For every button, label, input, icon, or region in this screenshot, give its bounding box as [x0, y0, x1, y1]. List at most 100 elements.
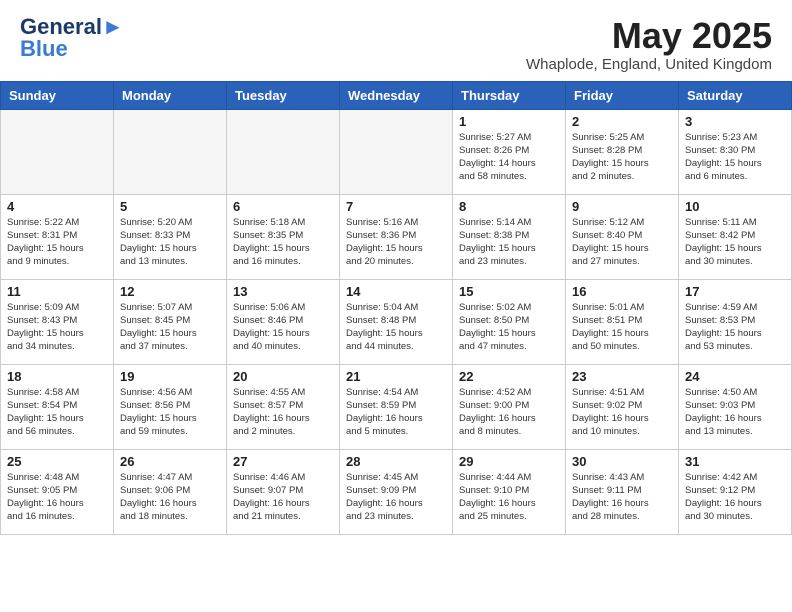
- title-block: May 2025 Whaplode, England, United Kingd…: [526, 16, 772, 73]
- day-number: 6: [233, 199, 333, 214]
- day-number: 27: [233, 454, 333, 469]
- calendar-cell: 11Sunrise: 5:09 AM Sunset: 8:43 PM Dayli…: [1, 279, 114, 364]
- days-header-row: SundayMondayTuesdayWednesdayThursdayFrid…: [1, 81, 792, 109]
- calendar-cell: 12 Sunrise: 5:07 AM Sunset: 8:45 PM Dayli…: [114, 279, 227, 364]
- day-number: 19: [120, 369, 220, 384]
- day-number: 22: [459, 369, 559, 384]
- day-info: Sunrise: 4:50 AM Sunset: 9:03 PM Dayligh…: [685, 386, 785, 439]
- day-info: Sunrise: 5:02 AM Sunset: 8:50 PM Dayligh…: [459, 301, 559, 354]
- day-number: 25: [7, 454, 107, 469]
- day-header-wednesday: Wednesday: [340, 81, 453, 109]
- day-info: Sunrise: 5:18 AM Sunset: 8:35 PM Dayligh…: [233, 216, 333, 269]
- calendar-title: May 2025: [526, 16, 772, 56]
- day-info: Sunrise: 4:58 AM Sunset: 8:54 PM Dayligh…: [7, 386, 107, 439]
- calendar-cell: 19 Sunrise: 4:56 AM Sunset: 8:56 PM Dayli…: [114, 364, 227, 449]
- calendar-cell: 29Sunrise: 4:44 AM Sunset: 9:10 PM Dayli…: [453, 449, 566, 534]
- day-header-sunday: Sunday: [1, 81, 114, 109]
- day-info: Sunrise: 4:42 AM Sunset: 9:12 PM Dayligh…: [685, 471, 785, 524]
- calendar-cell: 27 Sunrise: 4:46 AM Sunset: 9:07 PM Dayli…: [227, 449, 340, 534]
- day-header-tuesday: Tuesday: [227, 81, 340, 109]
- calendar-cell: 1Sunrise: 5:27 AM Sunset: 8:26 PM Daylig…: [453, 109, 566, 194]
- day-number: 12: [120, 284, 220, 299]
- calendar-cell: [340, 109, 453, 194]
- day-number: 24: [685, 369, 785, 384]
- day-number: 10: [685, 199, 785, 214]
- calendar-cell: 30Sunrise: 4:43 AM Sunset: 9:11 PM Dayli…: [566, 449, 679, 534]
- day-info: Sunrise: 4:47 AM Sunset: 9:06 PM Dayligh…: [120, 471, 220, 524]
- calendar-cell: 5 Sunrise: 5:20 AM Sunset: 8:33 PM Daylig…: [114, 194, 227, 279]
- day-header-friday: Friday: [566, 81, 679, 109]
- day-info: Sunrise: 4:56 AM Sunset: 8:56 PM Dayligh…: [120, 386, 220, 439]
- day-info: Sunrise: 4:54 AM Sunset: 8:59 PM Dayligh…: [346, 386, 446, 439]
- calendar-table: SundayMondayTuesdayWednesdayThursdayFrid…: [0, 81, 792, 535]
- week-row-1: 1Sunrise: 5:27 AM Sunset: 8:26 PM Daylig…: [1, 109, 792, 194]
- calendar-cell: 16 Sunrise: 5:01 AM Sunset: 8:51 PM Dayli…: [566, 279, 679, 364]
- day-info: Sunrise: 4:48 AM Sunset: 9:05 PM Dayligh…: [7, 471, 107, 524]
- day-number: 16: [572, 284, 672, 299]
- day-info: Sunrise: 5:11 AM Sunset: 8:42 PM Dayligh…: [685, 216, 785, 269]
- day-number: 13: [233, 284, 333, 299]
- calendar-cell: 17 Sunrise: 4:59 AM Sunset: 8:53 PM Dayli…: [679, 279, 792, 364]
- calendar-cell: 26 Sunrise: 4:47 AM Sunset: 9:06 PM Dayli…: [114, 449, 227, 534]
- logo: General►Blue: [20, 16, 124, 60]
- day-info: Sunrise: 5:23 AM Sunset: 8:30 PM Dayligh…: [685, 131, 785, 184]
- calendar-cell: 10 Sunrise: 5:11 AM Sunset: 8:42 PM Dayli…: [679, 194, 792, 279]
- day-info: Sunrise: 5:01 AM Sunset: 8:51 PM Dayligh…: [572, 301, 672, 354]
- calendar-cell: 6 Sunrise: 5:18 AM Sunset: 8:35 PM Daylig…: [227, 194, 340, 279]
- calendar-cell: [114, 109, 227, 194]
- day-info: Sunrise: 5:22 AM Sunset: 8:31 PM Dayligh…: [7, 216, 107, 269]
- day-info: Sunrise: 5:06 AM Sunset: 8:46 PM Dayligh…: [233, 301, 333, 354]
- day-info: Sunrise: 4:55 AM Sunset: 8:57 PM Dayligh…: [233, 386, 333, 439]
- calendar-cell: 14Sunrise: 5:04 AM Sunset: 8:48 PM Dayli…: [340, 279, 453, 364]
- day-info: Sunrise: 4:43 AM Sunset: 9:11 PM Dayligh…: [572, 471, 672, 524]
- day-number: 9: [572, 199, 672, 214]
- day-info: Sunrise: 5:04 AM Sunset: 8:48 PM Dayligh…: [346, 301, 446, 354]
- day-number: 8: [459, 199, 559, 214]
- day-info: Sunrise: 4:52 AM Sunset: 9:00 PM Dayligh…: [459, 386, 559, 439]
- day-number: 29: [459, 454, 559, 469]
- day-header-monday: Monday: [114, 81, 227, 109]
- calendar-cell: 18 Sunrise: 4:58 AM Sunset: 8:54 PM Dayli…: [1, 364, 114, 449]
- day-number: 20: [233, 369, 333, 384]
- day-info: Sunrise: 4:51 AM Sunset: 9:02 PM Dayligh…: [572, 386, 672, 439]
- day-info: Sunrise: 5:14 AM Sunset: 8:38 PM Dayligh…: [459, 216, 559, 269]
- day-info: Sunrise: 5:25 AM Sunset: 8:28 PM Dayligh…: [572, 131, 672, 184]
- day-info: Sunrise: 5:16 AM Sunset: 8:36 PM Dayligh…: [346, 216, 446, 269]
- calendar-cell: 28 Sunrise: 4:45 AM Sunset: 9:09 PM Dayli…: [340, 449, 453, 534]
- calendar-cell: 13 Sunrise: 5:06 AM Sunset: 8:46 PM Dayli…: [227, 279, 340, 364]
- calendar-cell: 7Sunrise: 5:16 AM Sunset: 8:36 PM Daylig…: [340, 194, 453, 279]
- day-number: 23: [572, 369, 672, 384]
- week-row-5: 25 Sunrise: 4:48 AM Sunset: 9:05 PM Dayli…: [1, 449, 792, 534]
- day-number: 15: [459, 284, 559, 299]
- day-info: Sunrise: 4:46 AM Sunset: 9:07 PM Dayligh…: [233, 471, 333, 524]
- calendar-cell: 23 Sunrise: 4:51 AM Sunset: 9:02 PM Dayli…: [566, 364, 679, 449]
- logo-text: General►Blue: [20, 16, 124, 60]
- day-number: 3: [685, 114, 785, 129]
- day-number: 11: [7, 284, 107, 299]
- week-row-4: 18 Sunrise: 4:58 AM Sunset: 8:54 PM Dayli…: [1, 364, 792, 449]
- day-info: Sunrise: 5:20 AM Sunset: 8:33 PM Dayligh…: [120, 216, 220, 269]
- calendar-cell: [227, 109, 340, 194]
- calendar-cell: 3 Sunrise: 5:23 AM Sunset: 8:30 PM Daylig…: [679, 109, 792, 194]
- day-info: Sunrise: 4:45 AM Sunset: 9:09 PM Dayligh…: [346, 471, 446, 524]
- calendar-cell: 2 Sunrise: 5:25 AM Sunset: 8:28 PM Daylig…: [566, 109, 679, 194]
- calendar-cell: 24 Sunrise: 4:50 AM Sunset: 9:03 PM Dayli…: [679, 364, 792, 449]
- calendar-cell: 20 Sunrise: 4:55 AM Sunset: 8:57 PM Dayli…: [227, 364, 340, 449]
- day-info: Sunrise: 5:07 AM Sunset: 8:45 PM Dayligh…: [120, 301, 220, 354]
- day-number: 4: [7, 199, 107, 214]
- day-header-saturday: Saturday: [679, 81, 792, 109]
- day-number: 26: [120, 454, 220, 469]
- day-number: 2: [572, 114, 672, 129]
- day-info: Sunrise: 4:59 AM Sunset: 8:53 PM Dayligh…: [685, 301, 785, 354]
- calendar-subtitle: Whaplode, England, United Kingdom: [526, 56, 772, 73]
- day-number: 28: [346, 454, 446, 469]
- week-row-3: 11Sunrise: 5:09 AM Sunset: 8:43 PM Dayli…: [1, 279, 792, 364]
- day-number: 17: [685, 284, 785, 299]
- calendar-cell: 22 Sunrise: 4:52 AM Sunset: 9:00 PM Dayli…: [453, 364, 566, 449]
- day-number: 5: [120, 199, 220, 214]
- calendar-cell: 9Sunrise: 5:12 AM Sunset: 8:40 PM Daylig…: [566, 194, 679, 279]
- day-number: 31: [685, 454, 785, 469]
- day-number: 21: [346, 369, 446, 384]
- day-number: 18: [7, 369, 107, 384]
- calendar-cell: 15 Sunrise: 5:02 AM Sunset: 8:50 PM Dayli…: [453, 279, 566, 364]
